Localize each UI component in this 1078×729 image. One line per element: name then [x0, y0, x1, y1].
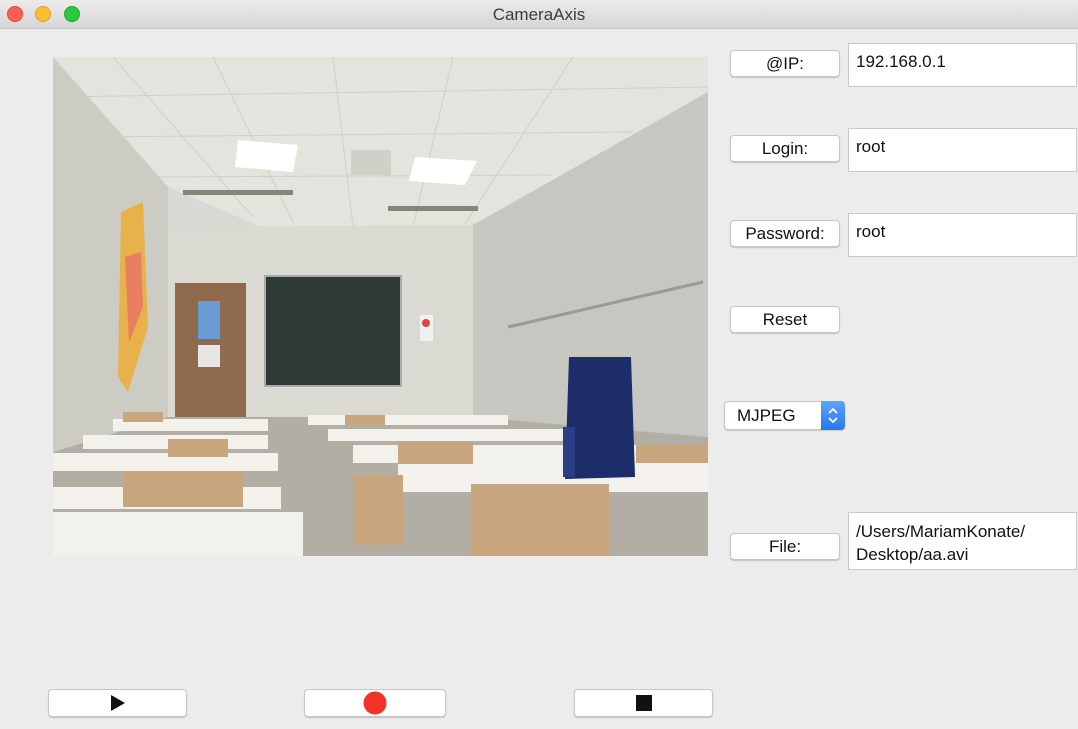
reset-button[interactable]: Reset	[730, 306, 840, 333]
camera-video-feed	[53, 57, 708, 556]
play-button[interactable]	[48, 689, 187, 717]
chevron-up-down-icon	[821, 401, 845, 430]
stop-icon	[635, 695, 652, 711]
login-field[interactable]: root	[848, 128, 1077, 172]
file-path-line-2: Desktop/aa.avi	[856, 545, 969, 564]
record-icon	[363, 691, 387, 715]
codec-select[interactable]: MJPEG	[724, 401, 845, 430]
file-button[interactable]: File:	[730, 533, 840, 560]
password-field[interactable]: root	[848, 213, 1077, 257]
login-button[interactable]: Login:	[730, 135, 840, 162]
file-path-line-1: /Users/MariamKonate/	[856, 522, 1026, 541]
window-title: CameraAxis	[492, 5, 586, 24]
title-bar: CameraAxis	[0, 0, 1078, 29]
play-icon	[110, 695, 125, 711]
record-button[interactable]	[304, 689, 446, 717]
codec-select-value: MJPEG	[737, 406, 796, 425]
password-button[interactable]: Password:	[730, 220, 840, 247]
classroom-camera-frame	[53, 57, 708, 556]
ip-button[interactable]: @IP:	[730, 50, 840, 77]
file-path-field[interactable]: /Users/MariamKonate/ Desktop/aa.avi	[848, 512, 1077, 570]
stop-button[interactable]	[574, 689, 713, 717]
ip-address-field[interactable]: 192.168.0.1	[848, 43, 1077, 87]
